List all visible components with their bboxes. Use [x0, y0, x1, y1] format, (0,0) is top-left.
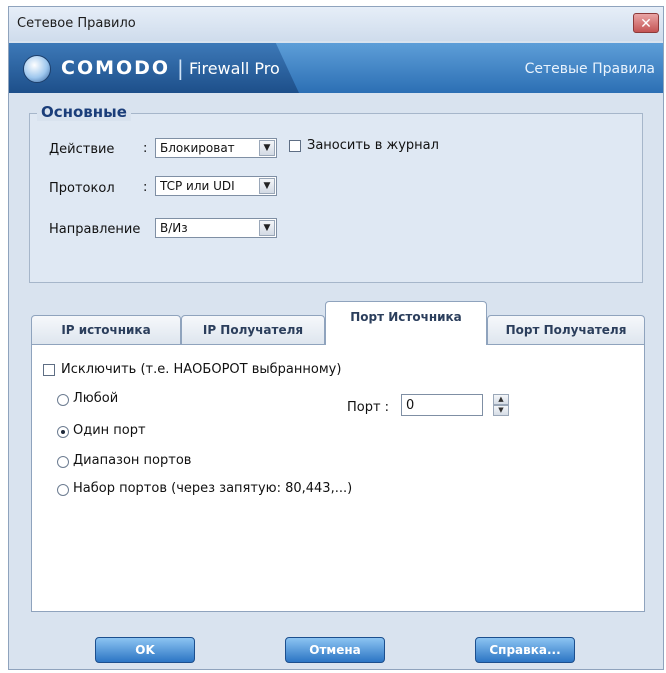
- banner-section-title: Сетевые Правила: [524, 61, 655, 77]
- comodo-shield-icon: [23, 55, 51, 83]
- tab-source-port[interactable]: Порт Источника: [325, 301, 487, 345]
- brand-banner: COMODO | Firewall Pro Сетевые Правила: [9, 43, 663, 93]
- port-input[interactable]: 0: [401, 394, 483, 416]
- direction-label: Направление: [49, 222, 141, 237]
- radio-port-range[interactable]: [57, 456, 69, 468]
- direction-select-value: В/Из: [160, 221, 188, 235]
- direction-select[interactable]: В/Из ▼: [155, 218, 277, 238]
- title-bar: Сетевое Правило ✕: [9, 7, 663, 41]
- protocol-select-value: TCP или UDI: [160, 179, 235, 193]
- close-button[interactable]: ✕: [633, 13, 659, 33]
- network-rule-dialog: Сетевое Правило ✕ COMODO | Firewall Pro …: [8, 6, 664, 670]
- basic-group-title: Основные: [37, 103, 131, 121]
- product-name: Firewall Pro: [189, 59, 280, 78]
- exclude-checkbox[interactable]: [43, 364, 55, 376]
- chevron-down-icon[interactable]: ▼: [259, 140, 275, 156]
- spin-up-icon[interactable]: ▲: [493, 394, 509, 405]
- chevron-down-icon[interactable]: ▼: [259, 220, 275, 236]
- tab-ip-source[interactable]: IP источника: [31, 315, 181, 345]
- protocol-select[interactable]: TCP или UDI ▼: [155, 176, 277, 196]
- tab-destination-port[interactable]: Порт Получателя: [487, 315, 645, 345]
- cancel-button[interactable]: Отмена: [285, 637, 385, 663]
- port-spinner[interactable]: ▲ ▼: [493, 394, 509, 416]
- action-select[interactable]: Блокироват ▼: [155, 138, 277, 158]
- log-checkbox[interactable]: [289, 140, 301, 152]
- banner-logo-area: COMODO | Firewall Pro: [9, 43, 299, 93]
- radio-port-set-label: Набор портов (через запятую: 80,443,...): [73, 481, 353, 496]
- action-colon: :: [143, 141, 148, 156]
- ok-button[interactable]: OK: [95, 637, 195, 663]
- action-select-value: Блокироват: [160, 141, 235, 155]
- help-button[interactable]: Справка...: [475, 637, 575, 663]
- radio-port-range-label: Диапазон портов: [73, 453, 192, 468]
- spin-down-icon[interactable]: ▼: [493, 405, 509, 416]
- radio-single-port[interactable]: [57, 426, 69, 438]
- protocol-colon: :: [143, 180, 148, 195]
- radio-single-port-label: Один порт: [73, 423, 146, 438]
- window-title: Сетевое Правило: [17, 16, 136, 31]
- radio-any-port-label: Любой: [73, 391, 119, 406]
- brand-name: COMODO: [61, 57, 171, 79]
- brand-separator: |: [177, 56, 184, 80]
- radio-port-set[interactable]: [57, 484, 69, 496]
- protocol-label: Протокол: [49, 181, 115, 196]
- port-input-value: 0: [406, 398, 415, 413]
- port-label: Порт :: [347, 400, 390, 415]
- log-checkbox-label: Заносить в журнал: [307, 138, 439, 153]
- port-panel: [31, 344, 645, 612]
- exclude-label: Исключить (т.е. НАОБОРОТ выбранному): [61, 362, 342, 377]
- action-label: Действие: [49, 142, 115, 157]
- chevron-down-icon[interactable]: ▼: [259, 178, 275, 194]
- tab-ip-destination[interactable]: IP Получателя: [181, 315, 325, 345]
- tab-strip: IP источника IP Получателя Порт Источник…: [31, 301, 651, 345]
- radio-any-port[interactable]: [57, 394, 69, 406]
